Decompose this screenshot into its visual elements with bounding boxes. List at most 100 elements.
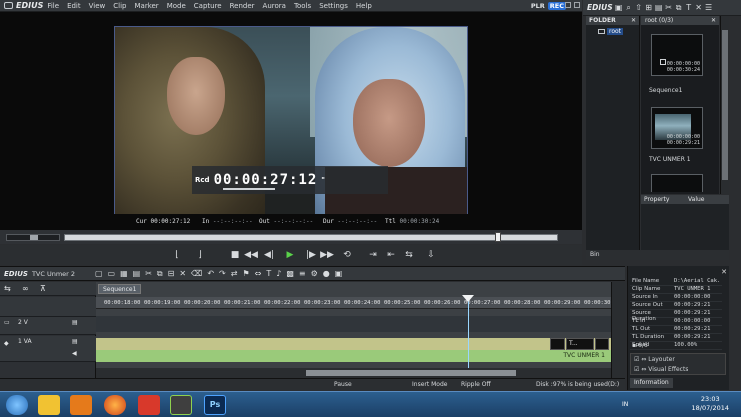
insert-icon[interactable]: ⇥ bbox=[366, 248, 380, 262]
sync-icon[interactable]: ⇔ bbox=[255, 269, 262, 278]
snap-icon[interactable]: ⊼ bbox=[40, 284, 46, 293]
timeline-cursor-head[interactable] bbox=[462, 295, 474, 302]
set-out-icon[interactable]: ⌋ bbox=[193, 248, 207, 262]
minimize-icon[interactable] bbox=[565, 2, 571, 8]
menu-aurora[interactable]: Aurora bbox=[259, 2, 290, 10]
audio-mixer-icon[interactable]: ♪ bbox=[276, 269, 281, 278]
extract-icon[interactable]: ⇆ bbox=[402, 248, 416, 262]
ripple-delete-icon[interactable]: ⌫ bbox=[191, 269, 202, 278]
media-player-icon[interactable] bbox=[70, 395, 92, 415]
effect-visual[interactable]: ☑ ⇔ Visual Effects bbox=[634, 366, 688, 374]
track-1va-video-lane[interactable]: T... bbox=[96, 338, 611, 350]
plr-mode-tab[interactable]: PLR bbox=[529, 2, 547, 10]
save-icon[interactable]: ▦ bbox=[120, 269, 128, 278]
add-transition-icon[interactable]: ⇄ bbox=[231, 269, 238, 278]
clip-video-segment[interactable] bbox=[550, 338, 565, 350]
timeline-vertical-scrollbar[interactable] bbox=[611, 282, 625, 378]
position-slider[interactable] bbox=[64, 234, 558, 241]
mixer-icon[interactable]: ≡ bbox=[299, 269, 306, 278]
sequence-tab[interactable]: Sequence1 bbox=[98, 284, 142, 294]
export-icon[interactable]: ⇩ bbox=[424, 248, 438, 262]
language-indicator[interactable]: IN bbox=[622, 401, 628, 408]
clip-thumbnail-tvc-unmer-1[interactable]: 00:00:00:00 00:00:29:21 bbox=[651, 107, 703, 149]
video-mute-icon[interactable]: ▤ bbox=[72, 338, 78, 345]
track-mute-icon[interactable]: ▤ bbox=[72, 319, 78, 326]
layout-icon[interactable]: ▣ bbox=[335, 269, 343, 278]
menu-file[interactable]: File bbox=[43, 2, 63, 10]
menu-settings[interactable]: Settings bbox=[315, 2, 352, 10]
play-icon[interactable]: ▶ bbox=[283, 248, 297, 262]
options-icon[interactable]: ⚙ bbox=[311, 269, 318, 278]
rec-mode-tab[interactable]: REC bbox=[547, 2, 566, 10]
track-header-2v[interactable]: 2 V ▭ ▤ bbox=[0, 317, 96, 335]
information-tab[interactable]: Information bbox=[630, 378, 673, 388]
view-icon[interactable]: ☰ bbox=[705, 3, 713, 12]
clip-video-end[interactable] bbox=[595, 338, 609, 350]
menu-tools[interactable]: Tools bbox=[290, 2, 315, 10]
firefox-icon[interactable] bbox=[104, 395, 126, 415]
track-patch-icon[interactable]: ◆ bbox=[4, 340, 9, 347]
clip-thumbnail[interactable] bbox=[651, 174, 703, 192]
cut-icon[interactable]: ✂ bbox=[665, 3, 673, 12]
mode-icon[interactable]: ▤ bbox=[133, 269, 141, 278]
menu-clip[interactable]: Clip bbox=[109, 2, 130, 10]
shuttle-slider[interactable] bbox=[6, 234, 60, 241]
menu-edit[interactable]: Edit bbox=[63, 2, 85, 10]
link-icon[interactable]: ∞ bbox=[22, 284, 29, 293]
download-manager-icon[interactable] bbox=[138, 395, 160, 415]
folder-close-icon[interactable]: ✕ bbox=[631, 17, 636, 24]
start-button-icon[interactable] bbox=[6, 395, 28, 415]
clip-scrollbar[interactable] bbox=[720, 16, 729, 194]
set-in-icon[interactable]: ⌊ bbox=[170, 248, 184, 262]
clip-video[interactable]: T... bbox=[566, 338, 594, 350]
track-header-1va[interactable]: 1 VA ◆ ▤ ◀ bbox=[0, 336, 96, 362]
delete-icon[interactable]: ✕ bbox=[179, 269, 186, 278]
folder-root[interactable]: root bbox=[598, 28, 639, 35]
photoshop-icon[interactable]: Ps bbox=[204, 395, 226, 415]
rewind-icon[interactable]: ◀◀ bbox=[244, 248, 258, 262]
marker-icon[interactable]: ⚑ bbox=[242, 269, 249, 278]
render-icon[interactable]: ▩ bbox=[286, 269, 294, 278]
record-icon[interactable]: ● bbox=[323, 269, 330, 278]
timeline-horizontal-scrollbar[interactable] bbox=[96, 368, 611, 378]
loop-icon[interactable]: ⟲ bbox=[340, 248, 354, 262]
edius-taskbar-icon[interactable] bbox=[170, 395, 192, 415]
menu-help[interactable]: Help bbox=[352, 2, 376, 10]
timeline-mode-icon[interactable]: ⇆ bbox=[4, 284, 11, 293]
paste-icon[interactable]: ⊟ bbox=[168, 269, 175, 278]
fast-forward-icon[interactable]: ▶▶ bbox=[320, 248, 334, 262]
title-icon[interactable]: T bbox=[685, 3, 693, 12]
track-1va-audio-lane[interactable]: TVC UNMER 1 bbox=[96, 350, 611, 362]
menu-marker[interactable]: Marker bbox=[130, 2, 162, 10]
info-close-icon[interactable]: ✕ bbox=[721, 268, 727, 276]
timeline-area[interactable]: Sequence1 00:00:18:00 00:00:19:00 00:00:20… bbox=[96, 282, 620, 378]
menu-render[interactable]: Render bbox=[226, 2, 259, 10]
timeline-ruler[interactable]: 00:00:18:00 00:00:19:00 00:00:20:00 00:00:2… bbox=[96, 297, 620, 309]
step-back-icon[interactable]: ◀| bbox=[262, 248, 276, 262]
audio-mute-icon[interactable]: ◀ bbox=[72, 350, 77, 357]
track-2v-lane[interactable] bbox=[96, 316, 611, 332]
cut-icon[interactable]: ✂ bbox=[145, 269, 152, 278]
copy-icon[interactable]: ⧉ bbox=[675, 3, 683, 12]
overwrite-icon[interactable]: ⇤ bbox=[384, 248, 398, 262]
search-icon[interactable]: ⌕ bbox=[625, 3, 633, 12]
position-handle[interactable] bbox=[494, 232, 501, 242]
sequence-icon[interactable]: ▤ bbox=[655, 3, 663, 12]
add-clip-icon[interactable]: ⊞ bbox=[645, 3, 653, 12]
open-icon[interactable]: ▭ bbox=[108, 269, 116, 278]
track-lock-icon[interactable]: ▭ bbox=[4, 319, 10, 326]
step-forward-icon[interactable]: |▶ bbox=[304, 248, 318, 262]
file-explorer-icon[interactable] bbox=[38, 395, 60, 415]
system-clock[interactable]: 23:03 18/07/2014 bbox=[692, 395, 729, 413]
copy-icon[interactable]: ⧉ bbox=[157, 269, 163, 279]
delete-icon[interactable]: ✕ bbox=[695, 3, 703, 12]
folder-tree-icon[interactable]: ▣ bbox=[615, 3, 623, 12]
up-icon[interactable]: ⇧ bbox=[635, 3, 643, 12]
title-icon[interactable]: T bbox=[266, 269, 271, 278]
timeline-cursor[interactable] bbox=[468, 297, 469, 378]
menu-view[interactable]: View bbox=[85, 2, 110, 10]
stop-icon[interactable]: ■ bbox=[228, 248, 242, 262]
effect-layouter[interactable]: ☑ ⇔ Layouter bbox=[634, 356, 675, 363]
clips-close-icon[interactable]: ✕ bbox=[711, 17, 716, 24]
undo-icon[interactable]: ↶ bbox=[207, 269, 214, 278]
